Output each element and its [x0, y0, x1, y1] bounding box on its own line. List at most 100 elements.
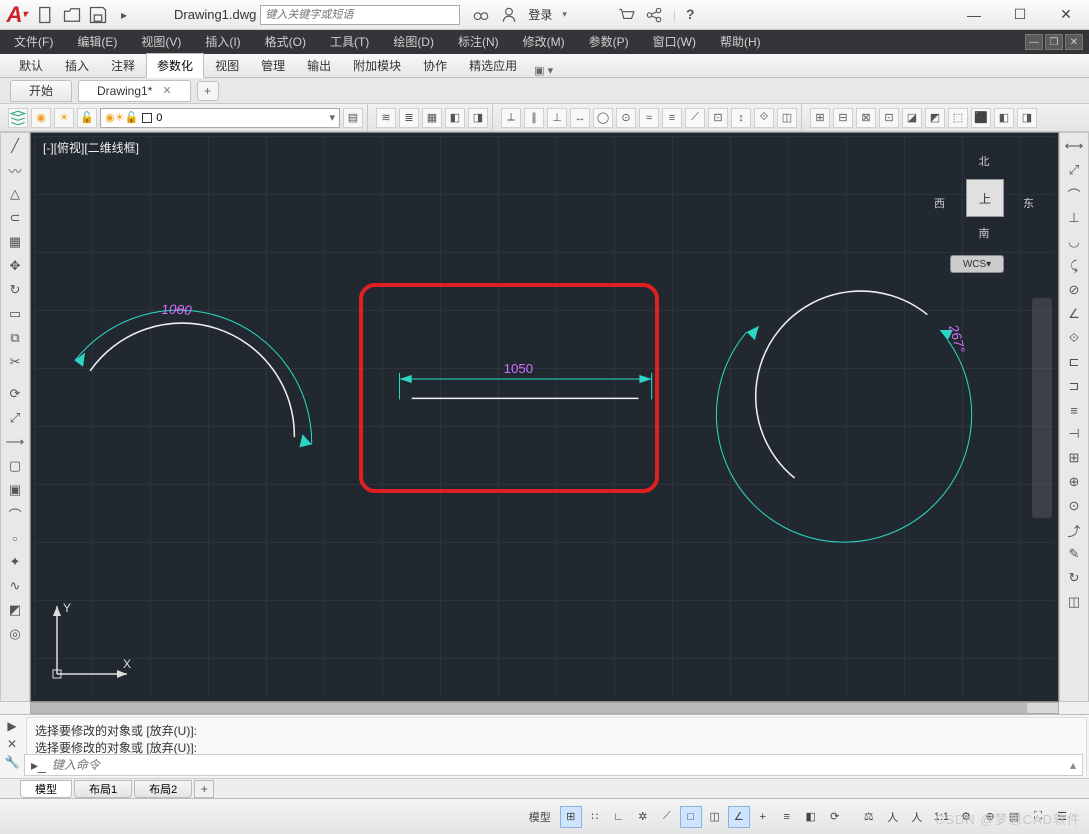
annoscale-icon[interactable]: 人	[906, 806, 928, 828]
constraint-icon[interactable]: ↔	[570, 108, 590, 128]
layer-selector[interactable]: ◉☀🔓 0 ▾	[100, 108, 340, 128]
command-input[interactable]	[52, 758, 1064, 772]
sun-icon[interactable]: ☀	[54, 108, 74, 128]
menu-icon[interactable]: ☰	[1051, 806, 1073, 828]
command-expand-icon[interactable]: ▴	[1070, 758, 1076, 772]
jog-icon[interactable]: ⤴	[1062, 519, 1086, 541]
edit-icon[interactable]: ✎	[1062, 543, 1086, 565]
dim-aligned-icon[interactable]: ⤢	[1062, 159, 1086, 181]
menu-draw[interactable]: 绘图(D)	[381, 30, 446, 54]
hatch-icon[interactable]: ◩	[3, 599, 27, 621]
layer-iso-icon[interactable]: ▦	[422, 108, 442, 128]
drawing-canvas[interactable]: [-][俯视][二维线框] 北 南 东 西 上 WCS ▾ 1000 ⌒	[30, 132, 1059, 702]
tab-output[interactable]: 输出	[296, 53, 342, 78]
line-icon[interactable]: ╱	[3, 135, 27, 157]
layout-tab-layout2[interactable]: 布局2	[134, 780, 192, 798]
style-icon[interactable]: ◫	[1062, 591, 1086, 613]
constraint-icon[interactable]: ≡	[662, 108, 682, 128]
scissors-icon[interactable]: ✂	[3, 351, 27, 373]
box-icon[interactable]: ▫	[3, 527, 27, 549]
customize-icon[interactable]: ▤	[1003, 806, 1025, 828]
layer-properties-icon[interactable]	[8, 108, 28, 128]
dim-jogged-icon[interactable]: ⤹	[1062, 255, 1086, 277]
polar-icon[interactable]: ✲	[632, 806, 654, 828]
user-icon[interactable]	[500, 6, 518, 24]
polyline-icon[interactable]: 〰	[3, 159, 27, 181]
constraint-icon[interactable]: ⊙	[616, 108, 636, 128]
dim-quick-icon[interactable]: ⟐	[1062, 327, 1086, 349]
offset-icon[interactable]: ⟳	[3, 383, 27, 405]
help-icon[interactable]: ?	[686, 6, 704, 24]
search-box[interactable]	[260, 5, 460, 25]
tab-annotate[interactable]: 注释	[100, 53, 146, 78]
array-icon[interactable]: ▦	[3, 231, 27, 253]
cart-icon[interactable]	[617, 6, 635, 24]
doc-restore-icon[interactable]: ❐	[1045, 34, 1063, 50]
dim-icon[interactable]: ◧	[994, 108, 1014, 128]
dim-baseline-icon[interactable]: ⊏	[1062, 351, 1086, 373]
arc-icon[interactable]: ⊂	[3, 207, 27, 229]
bulb-icon[interactable]: ◉	[31, 108, 51, 128]
qat-more-icon[interactable]: ▸	[114, 5, 134, 25]
transparency-icon[interactable]: ◧	[800, 806, 822, 828]
ortho-icon[interactable]: ∟	[608, 806, 630, 828]
layer-tool-icon[interactable]: ▤	[343, 108, 363, 128]
dim-angular-icon[interactable]: ∠	[1062, 303, 1086, 325]
doc-close-icon[interactable]: ✕	[1065, 34, 1083, 50]
dim-icon[interactable]: ⊠	[856, 108, 876, 128]
dim-break-icon[interactable]: ⊣	[1062, 423, 1086, 445]
dyn-icon[interactable]: +	[752, 806, 774, 828]
tab-featured[interactable]: 精选应用	[458, 53, 528, 78]
layer-off-icon[interactable]: ◧	[445, 108, 465, 128]
fillet-icon[interactable]: ⌒	[3, 503, 27, 525]
menu-dimension[interactable]: 标注(N)	[446, 30, 511, 54]
osnap-icon[interactable]: □	[680, 806, 702, 828]
command-input-row[interactable]: ▸_ ▴	[24, 754, 1083, 776]
doctab-start[interactable]: 开始	[10, 80, 72, 102]
ribbon-expand-icon[interactable]: ▣ ▾	[534, 64, 553, 77]
dim-radius-icon[interactable]: ◡	[1062, 231, 1086, 253]
constraint-icon[interactable]: ≈	[639, 108, 659, 128]
zoom-icon[interactable]: ⊕	[979, 806, 1001, 828]
tab-view[interactable]: 视图	[204, 53, 250, 78]
grid-icon[interactable]: ⊞	[560, 806, 582, 828]
rotate-icon[interactable]: ↻	[3, 279, 27, 301]
menu-view[interactable]: 视图(V)	[129, 30, 193, 54]
dim-icon[interactable]: ◩	[925, 108, 945, 128]
gear-icon[interactable]: ⚙	[955, 806, 977, 828]
ucs-icon[interactable]: X Y	[45, 596, 135, 689]
rectangle-icon[interactable]: ▭	[3, 303, 27, 325]
constraint-icon[interactable]: ◯	[593, 108, 613, 128]
scale-icon[interactable]: ▣	[3, 479, 27, 501]
layout-tab-model[interactable]: 模型	[20, 780, 72, 798]
menu-help[interactable]: 帮助(H)	[708, 30, 773, 54]
maximize-button[interactable]: ☐	[997, 1, 1043, 29]
centermark-icon[interactable]: ⊕	[1062, 471, 1086, 493]
add-tab-button[interactable]: +	[197, 81, 219, 101]
dim-icon[interactable]: ⬚	[948, 108, 968, 128]
update-icon[interactable]: ↻	[1062, 567, 1086, 589]
layer-freeze-icon[interactable]: ◨	[468, 108, 488, 128]
isodraft-icon[interactable]: ⟋	[656, 806, 678, 828]
close-icon[interactable]: ✕	[162, 84, 171, 97]
inspect-icon[interactable]: ⊙	[1062, 495, 1086, 517]
mirror-icon[interactable]: ⧉	[3, 327, 27, 349]
tab-insert[interactable]: 插入	[54, 53, 100, 78]
dim-spacing-icon[interactable]: ≡	[1062, 399, 1086, 421]
search-input[interactable]	[260, 5, 460, 25]
constraint-icon[interactable]: ⟐	[754, 108, 774, 128]
constraint-icon[interactable]: ⊥	[547, 108, 567, 128]
dim-icon[interactable]: ◨	[1017, 108, 1037, 128]
constraint-icon[interactable]: ↕	[731, 108, 751, 128]
region-icon[interactable]: ◎	[3, 623, 27, 645]
dim-icon[interactable]: ⬛	[971, 108, 991, 128]
cycling-icon[interactable]: ⟳	[824, 806, 846, 828]
menu-tools[interactable]: 工具(T)	[318, 30, 381, 54]
login-label[interactable]: 登录	[528, 6, 552, 23]
menu-edit[interactable]: 编辑(E)	[65, 30, 129, 54]
stretch-icon[interactable]: ▢	[3, 455, 27, 477]
tab-parametric[interactable]: 参数化	[146, 53, 204, 78]
triangle-icon[interactable]: △	[3, 183, 27, 205]
layout-tab-layout1[interactable]: 布局1	[74, 780, 132, 798]
tab-manage[interactable]: 管理	[250, 53, 296, 78]
